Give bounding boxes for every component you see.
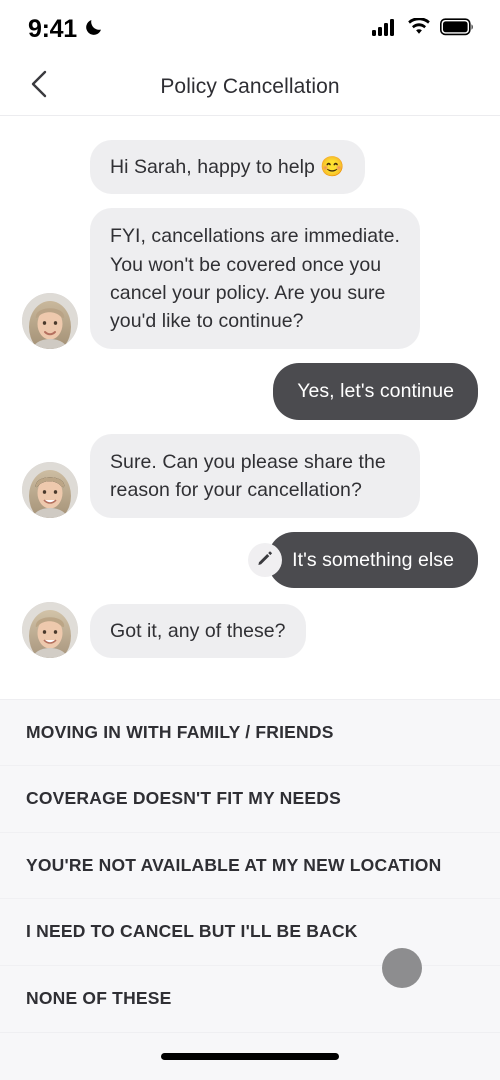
chat-message-row: It's something else <box>22 532 478 589</box>
incoming-message-bubble[interactable]: Hi Sarah, happy to help 😊 <box>90 140 365 195</box>
chat-message-row: Yes, let's continue <box>22 363 478 420</box>
chat-message-row: Hi Sarah, happy to help 😊 <box>22 140 478 195</box>
edit-message-button[interactable] <box>248 543 283 578</box>
outgoing-message-bubble[interactable]: Yes, let's continue <box>273 363 478 420</box>
option-none[interactable]: NONE OF THESE <box>0 965 500 1032</box>
incoming-message-bubble[interactable]: Got it, any of these? <box>90 604 306 659</box>
outgoing-message-bubble[interactable]: It's something else <box>268 532 478 589</box>
avatar <box>22 602 78 659</box>
avatar-slot <box>22 602 78 659</box>
home-indicator-bar[interactable] <box>161 1053 339 1060</box>
chat-message-row: Sure. Can you please share the reason fo… <box>22 433 478 519</box>
avatar-slot <box>22 293 78 350</box>
app-header: Policy Cancellation <box>0 58 500 116</box>
chat-message-row: FYI, cancellations are immediate. You wo… <box>22 208 478 350</box>
status-bar: 9:41 <box>0 0 500 58</box>
outgoing-message-wrap: It's something else <box>248 532 478 589</box>
phone-screen: 9:41 Policy Cancellation Hi Sarah, happy… <box>0 0 500 1080</box>
status-bar-right <box>372 16 474 41</box>
chat-message-row: Got it, any of these? <box>22 602 478 659</box>
avatar <box>22 293 78 350</box>
status-bar-left: 9:41 <box>28 15 105 44</box>
outgoing-message-wrap: Yes, let's continue <box>273 363 478 420</box>
crescent-moon-icon <box>83 16 105 43</box>
cellular-signal-icon <box>372 18 398 41</box>
incoming-message-bubble[interactable]: FYI, cancellations are immediate. You wo… <box>90 208 420 350</box>
reason-options-list: MOVING IN WITH FAMILY / FRIENDS COVERAGE… <box>0 698 500 1032</box>
option-coverage-fit[interactable]: COVERAGE DOESN'T FIT MY NEEDS <box>0 766 500 833</box>
home-indicator-area <box>0 1032 500 1080</box>
incoming-message-bubble[interactable]: Sure. Can you please share the reason fo… <box>90 433 420 519</box>
option-moving-in[interactable]: MOVING IN WITH FAMILY / FRIENDS <box>0 699 500 766</box>
chevron-left-icon <box>28 69 52 104</box>
option-new-location[interactable]: YOU'RE NOT AVAILABLE AT MY NEW LOCATION <box>0 832 500 899</box>
chat-thread: Hi Sarah, happy to help 😊 FYI, cancellat… <box>0 116 500 699</box>
option-be-back[interactable]: I NEED TO CANCEL BUT I'LL BE BACK <box>0 899 500 966</box>
avatar-slot <box>22 462 78 519</box>
pencil-icon <box>256 549 274 572</box>
back-button[interactable] <box>18 65 62 109</box>
wifi-icon <box>407 16 431 41</box>
avatar <box>22 462 78 519</box>
page-title: Policy Cancellation <box>160 74 340 98</box>
status-time: 9:41 <box>28 14 77 43</box>
battery-full-icon <box>440 17 474 41</box>
